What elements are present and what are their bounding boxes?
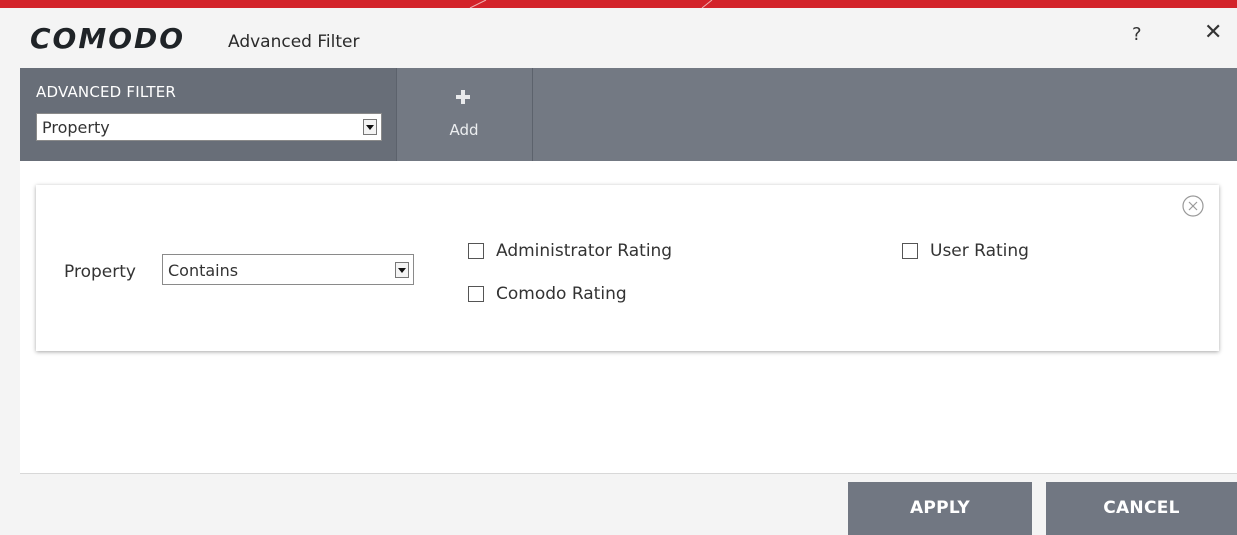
advanced-filter-dialog: COMODO Advanced Filter ? ✕ ADVANCED FILT… <box>8 8 1237 535</box>
top-brand-strip <box>0 0 1237 8</box>
user-rating-checkbox[interactable]: User Rating <box>902 241 1102 263</box>
dropdown-arrow-icon[interactable] <box>363 119 377 135</box>
checkbox-box[interactable] <box>468 286 484 302</box>
advanced-filter-section: ADVANCED FILTER Property <box>20 68 397 161</box>
plus-icon <box>456 90 470 104</box>
comodo-rating-checkbox[interactable]: Comodo Rating <box>468 284 728 306</box>
dropdown-arrow-icon[interactable] <box>395 262 409 278</box>
condition-value: Contains <box>168 261 239 280</box>
add-filter-button[interactable]: Add <box>396 68 533 161</box>
checkbox-label: User Rating <box>930 241 1029 261</box>
filter-toolbar: ADVANCED FILTER Property Add <box>20 68 1237 161</box>
help-button[interactable]: ? <box>1132 24 1142 45</box>
filter-type-value: Property <box>42 118 110 137</box>
close-button[interactable]: ✕ <box>1204 20 1222 45</box>
comodo-logo: COMODO <box>30 22 186 55</box>
checkbox-box[interactable] <box>902 243 918 259</box>
filter-type-select[interactable]: Property <box>36 113 382 141</box>
checkbox-label: Administrator Rating <box>496 241 673 261</box>
cancel-button[interactable]: CANCEL <box>1046 482 1237 535</box>
window-title: Advanced Filter <box>228 32 360 52</box>
apply-button[interactable]: APPLY <box>848 482 1032 535</box>
title-bar: COMODO Advanced Filter ? ✕ <box>8 8 1237 68</box>
filter-content-area: Property Contains Administrator Rating C… <box>20 161 1237 473</box>
remove-circle-icon[interactable] <box>1182 195 1204 217</box>
checkbox-box[interactable] <box>468 243 484 259</box>
brand-strip-decoration <box>469 0 713 8</box>
condition-select[interactable]: Contains <box>162 254 414 285</box>
add-label: Add <box>449 121 479 139</box>
section-label: ADVANCED FILTER <box>36 83 177 101</box>
checkbox-label: Comodo Rating <box>496 284 627 304</box>
filter-criterion-card: Property Contains Administrator Rating C… <box>36 185 1219 351</box>
criterion-label: Property <box>64 262 136 282</box>
footer-divider <box>20 473 1237 474</box>
administrator-rating-checkbox[interactable]: Administrator Rating <box>468 241 728 263</box>
